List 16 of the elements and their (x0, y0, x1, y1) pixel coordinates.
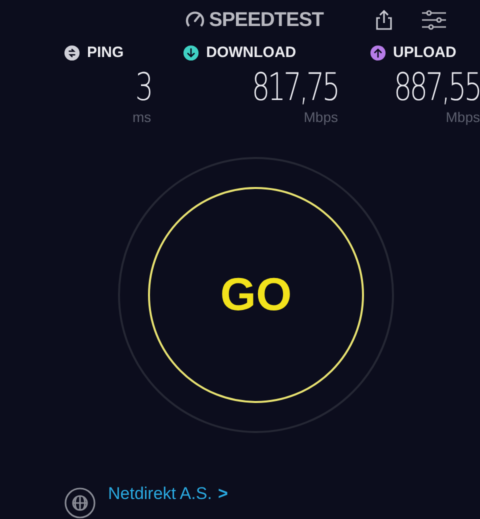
share-icon[interactable] (375, 9, 394, 31)
metric-unit: Mbps (304, 108, 338, 124)
metric-label: UPLOAD (393, 43, 456, 63)
provider-link[interactable]: Netdirekt A.S. > (108, 480, 228, 506)
metric-value: 887,55 (394, 64, 480, 108)
globe-icon (64, 486, 96, 518)
go-button[interactable]: GO (148, 186, 364, 402)
metric-unit: Mbps (446, 108, 480, 124)
metric-value: 817,75 (252, 64, 338, 108)
gauge-icon (185, 11, 205, 29)
metric-label: PING (87, 43, 124, 63)
metric-value: 3 (135, 64, 152, 108)
metric-unit: ms (132, 108, 152, 124)
speedtest-logo: SPEEDTEST (209, 8, 324, 33)
metric-label: DOWNLOAD (206, 43, 296, 63)
settings-icon[interactable] (421, 9, 448, 31)
